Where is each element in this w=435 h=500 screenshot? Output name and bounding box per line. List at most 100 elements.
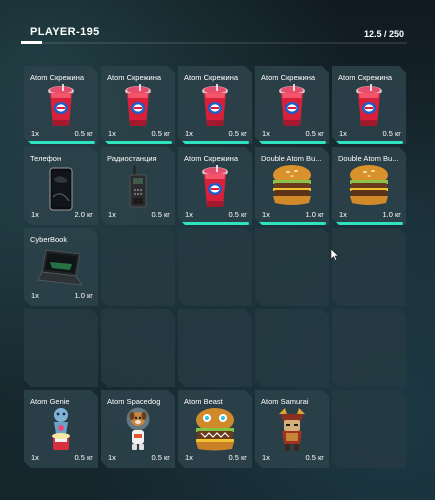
item-quantity: 1x (339, 210, 347, 219)
inventory-slot[interactable]: Atom Скрежина 1x 0.5 кг (332, 66, 406, 144)
item-quantity: 1x (185, 129, 193, 138)
empty-inventory-slot[interactable] (332, 309, 406, 387)
item-quantity: 1x (185, 453, 193, 462)
inventory-slot[interactable]: Double Atom Bu... 1x 1.0 кг (332, 147, 406, 225)
item-durability-bar (181, 141, 249, 144)
slushie-cup-icon (200, 165, 230, 214)
inventory-slot[interactable]: Atom Spacedog 1x 0.5 кг (101, 390, 175, 468)
item-weight: 0.5 кг (305, 453, 324, 462)
empty-inventory-slot[interactable] (178, 309, 252, 387)
inventory-grid: Atom Скрежина 1x 0.5 кг Atom Скрежина 1x 0.5 … (24, 66, 409, 470)
item-durability-bar (27, 141, 95, 144)
beast-burger-figure-icon (193, 406, 237, 457)
item-name: Atom Скрежина (184, 73, 239, 82)
item-name: Atom Скрежина (184, 154, 239, 163)
item-name: Atom Скрежина (30, 73, 85, 82)
item-quantity: 1x (185, 210, 193, 219)
slushie-cup-icon (200, 84, 230, 133)
item-name: Atom Скрежина (261, 73, 316, 82)
item-weight: 0.5 кг (382, 129, 401, 138)
item-quantity: 1x (262, 129, 270, 138)
item-name: Atom Spacedog (107, 397, 161, 406)
inventory-slot[interactable]: Atom Скрежина 1x 0.5 кг (24, 66, 98, 144)
inventory-slot[interactable]: Atom Beast 1x 0.5 кг (178, 390, 252, 468)
item-durability-bar (181, 222, 249, 225)
empty-inventory-slot[interactable] (178, 228, 252, 306)
item-quantity: 1x (339, 129, 347, 138)
empty-inventory-slot[interactable] (332, 228, 406, 306)
slushie-cup-icon (354, 84, 384, 133)
item-weight: 1.0 кг (382, 210, 401, 219)
spacedog-figure-icon (123, 406, 153, 457)
empty-inventory-slot[interactable] (255, 228, 329, 306)
item-quantity: 1x (108, 210, 116, 219)
slushie-cup-icon (46, 84, 76, 133)
inventory-slot[interactable]: CyberBook 1x 1.0 кг (24, 228, 98, 306)
inventory-slot[interactable]: Atom Скрежина 1x 0.5 кг (101, 66, 175, 144)
item-weight: 0.5 кг (228, 210, 247, 219)
mouse-cursor-icon (331, 249, 339, 261)
inventory-slot[interactable]: Atom Genie 1x 0.5 кг (24, 390, 98, 468)
inventory-slot[interactable]: Радиостанция 1x 0.5 кг (101, 147, 175, 225)
inventory-slot[interactable]: Atom Скрежина 1x 0.5 кг (178, 66, 252, 144)
inventory-slot[interactable]: Atom Скрежина 1x 0.5 кг (255, 66, 329, 144)
item-durability-bar (258, 141, 326, 144)
item-name: Double Atom Bu... (338, 154, 399, 163)
item-durability-bar (258, 222, 326, 225)
player-name-underline (21, 41, 42, 44)
item-weight: 0.5 кг (74, 129, 93, 138)
item-name: Atom Beast (184, 397, 223, 406)
item-quantity: 1x (262, 210, 270, 219)
item-quantity: 1x (262, 453, 270, 462)
inventory-screen: { "player": { "name": "PLAYER-195" }, "w… (0, 0, 435, 500)
inventory-slot[interactable]: Atom Скрежина 1x 0.5 кг (178, 147, 252, 225)
item-quantity: 1x (31, 291, 39, 300)
slushie-cup-icon (123, 84, 153, 133)
empty-inventory-slot[interactable] (332, 390, 406, 468)
player-name: PLAYER-195 (30, 26, 100, 38)
burger-icon (347, 163, 391, 212)
item-weight: 0.5 кг (74, 453, 93, 462)
item-quantity: 1x (31, 210, 39, 219)
item-name: CyberBook (30, 235, 68, 244)
item-quantity: 1x (31, 129, 39, 138)
item-weight: 0.5 кг (151, 129, 170, 138)
item-name: Радиостанция (107, 154, 157, 163)
laptop-icon (36, 248, 86, 293)
empty-inventory-slot[interactable] (24, 309, 98, 387)
smartphone-icon (48, 167, 74, 216)
empty-inventory-slot[interactable] (101, 228, 175, 306)
item-weight: 0.5 кг (151, 453, 170, 462)
genie-figure-icon (46, 406, 76, 457)
item-weight: 0.5 кг (228, 453, 247, 462)
empty-inventory-slot[interactable] (101, 309, 175, 387)
item-name: Atom Samurai (261, 397, 309, 406)
item-weight: 1.0 кг (74, 291, 93, 300)
item-name: Atom Скрежина (107, 73, 162, 82)
item-quantity: 1x (31, 453, 39, 462)
walkie-talkie-icon (127, 165, 149, 214)
item-durability-bar (335, 141, 403, 144)
item-name: Телефон (30, 154, 62, 163)
item-name: Atom Genie (30, 397, 70, 406)
item-durability-bar (104, 141, 172, 144)
item-weight: 2.0 кг (74, 210, 93, 219)
slushie-cup-icon (277, 84, 307, 133)
item-name: Double Atom Bu... (261, 154, 322, 163)
inventory-slot[interactable]: Телефон 1x 2.0 кг (24, 147, 98, 225)
item-quantity: 1x (108, 453, 116, 462)
item-durability-bar (335, 222, 403, 225)
item-weight: 0.5 кг (228, 129, 247, 138)
item-name: Atom Скрежина (338, 73, 393, 82)
inventory-slot[interactable]: Atom Samurai 1x 0.5 кг (255, 390, 329, 468)
empty-inventory-slot[interactable] (255, 309, 329, 387)
weight-readout: 12.5 / 250 (363, 29, 404, 39)
item-weight: 0.5 кг (305, 129, 324, 138)
item-weight: 0.5 кг (151, 210, 170, 219)
burger-icon (270, 163, 314, 212)
inventory-header: PLAYER-195 12.5 / 250 (0, 0, 435, 48)
samurai-figure-icon (275, 406, 309, 457)
weight-progress-track (21, 42, 407, 44)
item-quantity: 1x (108, 129, 116, 138)
inventory-slot[interactable]: Double Atom Bu... 1x 1.0 кг (255, 147, 329, 225)
